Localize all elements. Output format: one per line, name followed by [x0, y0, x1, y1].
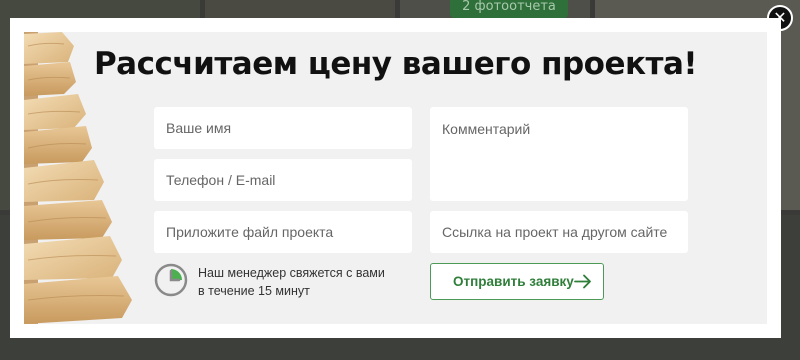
project-link-input[interactable]: Ссылка на проект на другом сайте	[430, 211, 688, 253]
modal-title: Рассчитаем цену вашего проекта!	[93, 46, 698, 82]
project-file-upload[interactable]: Приложите файл проекта	[154, 211, 412, 253]
arrow-right-icon	[574, 274, 591, 289]
clock-icon	[154, 263, 188, 297]
price-request-modal: Рассчитаем цену вашего проекта! Ваше имя…	[10, 18, 781, 338]
contact-input[interactable]: Телефон / E-mail	[154, 159, 412, 201]
name-input[interactable]: Ваше имя	[154, 107, 412, 149]
photo-report-badge: 2 фотоотчета	[450, 0, 568, 18]
submit-button-label: Отправить заявку	[453, 274, 574, 289]
modal-body: Рассчитаем цену вашего проекта! Ваше имя…	[24, 32, 767, 324]
manager-note-text: Наш менеджер свяжется с вами в течение 1…	[198, 264, 408, 300]
submit-request-button[interactable]: Отправить заявку	[430, 263, 604, 300]
comment-textarea[interactable]: Комментарий	[430, 107, 688, 201]
manager-note-line2: в течение 15 минут	[198, 284, 310, 298]
manager-note-line1: Наш менеджер свяжется с вами	[198, 266, 385, 280]
